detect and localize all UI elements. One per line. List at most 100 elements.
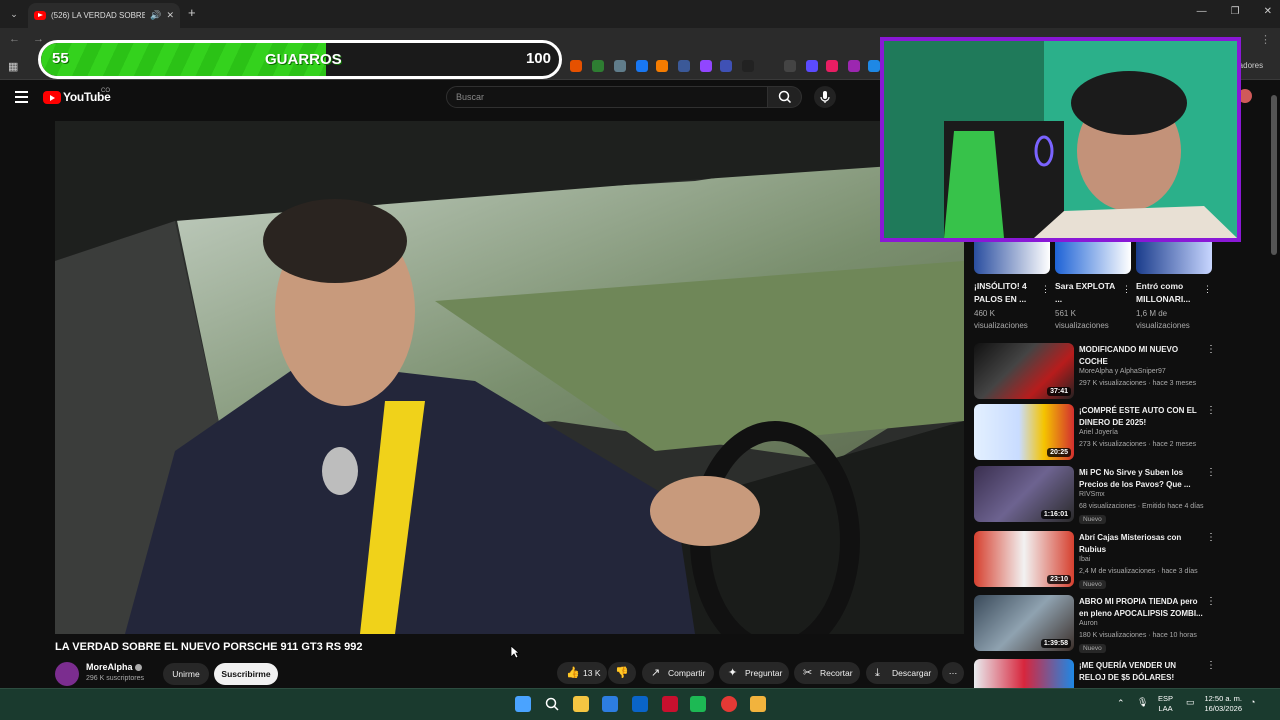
notification-icon[interactable]: ◔ [1250,697,1255,707]
apps-grid-icon[interactable]: ▦ [8,60,18,73]
join-button[interactable]: Unirme [163,663,209,685]
bookmark-favicon-icon[interactable] [720,60,732,72]
store-icon[interactable] [602,696,618,712]
verified-icon [134,664,142,672]
related-more-icon[interactable]: ⋮ [1206,467,1216,478]
windows-start-icon[interactable] [515,696,531,712]
browser-tab-active[interactable]: (526) LA VERDAD SOBRE EL NUEVO PORSCHE 9… [28,3,180,28]
restore-icon[interactable]: ❐ [1231,6,1240,17]
youtube-logo-icon[interactable] [43,91,61,104]
bookmark-favicon-icon[interactable] [614,60,626,72]
channel-avatar[interactable] [55,662,79,686]
search-icon[interactable] [544,696,560,712]
search-button[interactable] [768,86,802,108]
bookmark-favicon-icon[interactable] [592,60,604,72]
scissors-icon: ✂ [803,667,813,679]
file-explorer-icon[interactable] [573,696,589,712]
short-title[interactable]: ¡INSÓLITO! 4 PALOS EN ... [974,280,1036,306]
bookmark-favicon-icon[interactable] [678,60,690,72]
short-title[interactable]: Sara EXPLOTA ... [1055,280,1117,306]
clip-button[interactable]: ✂ Recortar [794,662,860,684]
channel-name[interactable]: MoreAlpha [86,662,142,672]
download-button[interactable]: ⤓ Descargar [866,662,938,684]
system-clock[interactable]: 12:50 a. m. 16/03/2026 [1198,694,1242,714]
bookmark-favicon-icon[interactable] [570,60,582,72]
thumbs-down-icon: 👎 [615,667,629,679]
video-player[interactable] [55,121,964,634]
related-video-thumbnail[interactable]: 23:10 [974,531,1074,587]
short-thumbnail[interactable] [1055,242,1131,274]
related-more-icon[interactable]: ⋮ [1206,660,1216,671]
health-current: 55 [52,50,69,67]
related-video-channel[interactable]: Auron [1079,620,1098,627]
share-icon: ↗ [651,667,661,679]
related-video-channel[interactable]: Ariel Joyería [1079,429,1118,436]
outlook-icon[interactable] [632,696,648,712]
microphone-tray-icon[interactable]: 🎙 [1137,697,1148,707]
video-duration: 1:39:58 [1040,639,1071,648]
close-window-icon[interactable]: ✕ [1264,6,1272,17]
related-video-title[interactable]: Mi PC No Sirve y Suben los Precios de lo… [1079,467,1203,490]
related-video-channel[interactable]: Ibai [1079,556,1090,563]
search-input[interactable]: Buscar [446,86,768,108]
related-video-meta: 273 K visualizaciones · hace 2 meses [1079,441,1197,448]
forward-icon[interactable]: → [33,33,44,45]
back-icon[interactable]: ← [9,33,20,45]
close-tab-icon[interactable]: ✕ [166,10,174,21]
short-more-icon[interactable]: ⋮ [1203,284,1212,295]
network-icon[interactable]: ▭ [1186,697,1195,707]
related-more-icon[interactable]: ⋮ [1206,344,1216,355]
share-button[interactable]: ↗ Compartir [642,662,714,684]
subscribe-button[interactable]: Suscribirme [214,663,278,685]
bookmark-favicon-icon[interactable] [868,60,880,72]
video-duration: 20:25 [1047,448,1071,457]
ask-button[interactable]: ✦ Preguntar [719,662,789,684]
tray-overflow-icon[interactable]: ⌃ [1117,698,1125,708]
like-button[interactable]: 👍 13 K [557,662,607,684]
related-video-title[interactable]: ABRO MI PROPIA TIENDA pero en pleno APOC… [1079,596,1203,619]
dislike-button[interactable]: 👎 [608,662,636,684]
bookmark-favicon-icon[interactable] [636,60,648,72]
new-tab-button[interactable]: + [188,5,196,20]
related-video-thumbnail[interactable]: 1:39:58 [974,595,1074,651]
tab-list-button[interactable]: ⌄ [6,6,22,22]
opera-icon[interactable] [662,696,678,712]
bookmark-favicon-icon[interactable] [826,60,838,72]
minimize-icon[interactable]: — [1197,6,1207,17]
language-indicator[interactable]: ESP LAA [1158,694,1173,714]
related-video-channel[interactable]: RIVSmx [1079,491,1105,498]
related-video-thumbnail[interactable]: 1:16:01 [974,466,1074,522]
related-video-meta: 68 visualizaciones · Emitido hace 4 días [1079,503,1204,510]
bookmark-favicon-icon[interactable] [806,60,818,72]
short-thumbnail[interactable] [1136,242,1212,274]
app-icon[interactable] [750,696,766,712]
related-video-thumbnail[interactable]: 37:41 [974,343,1074,399]
mouse-cursor-icon [510,645,520,659]
short-title[interactable]: Entró como MILLONARI... [1136,280,1198,306]
related-video-title[interactable]: MODIFICANDO MI NUEVO COCHE [1079,344,1203,367]
related-video-title[interactable]: Abrí Cajas Misteriosas con Rubius [1079,532,1203,555]
bookmark-favicon-icon[interactable] [700,60,712,72]
bookmark-favicon-icon[interactable] [656,60,668,72]
bookmark-favicon-icon[interactable] [784,60,796,72]
short-thumbnail[interactable] [974,242,1050,274]
short-more-icon[interactable]: ⋮ [1122,284,1131,295]
voice-search-button[interactable] [814,86,836,108]
scrollbar-thumb[interactable] [1271,95,1277,255]
media-icon[interactable] [690,696,706,712]
browser-menu-icon[interactable]: ⋮ [1260,33,1271,46]
menu-icon[interactable] [15,91,28,103]
more-actions-button[interactable]: ⋯ [942,662,964,684]
short-more-icon[interactable]: ⋮ [1041,284,1050,295]
related-more-icon[interactable]: ⋮ [1206,532,1216,543]
bookmark-favicon-icon[interactable] [742,60,754,72]
speaker-icon[interactable]: 🔊 [150,10,161,21]
related-video-title[interactable]: ¡COMPRÉ ESTE AUTO CON EL DINERO DE 2025! [1079,405,1203,428]
related-video-channel[interactable]: MoreAlpha y AlphaSniper97 [1079,368,1166,375]
chrome-icon[interactable] [721,696,737,712]
bookmark-favicon-icon[interactable] [848,60,860,72]
related-more-icon[interactable]: ⋮ [1206,405,1216,416]
related-video-title[interactable]: ¡ME QUERÍA VENDER UN RELOJ DE $5 DÓLARES… [1079,660,1203,683]
related-video-thumbnail[interactable]: 20:25 [974,404,1074,460]
related-more-icon[interactable]: ⋮ [1206,596,1216,607]
